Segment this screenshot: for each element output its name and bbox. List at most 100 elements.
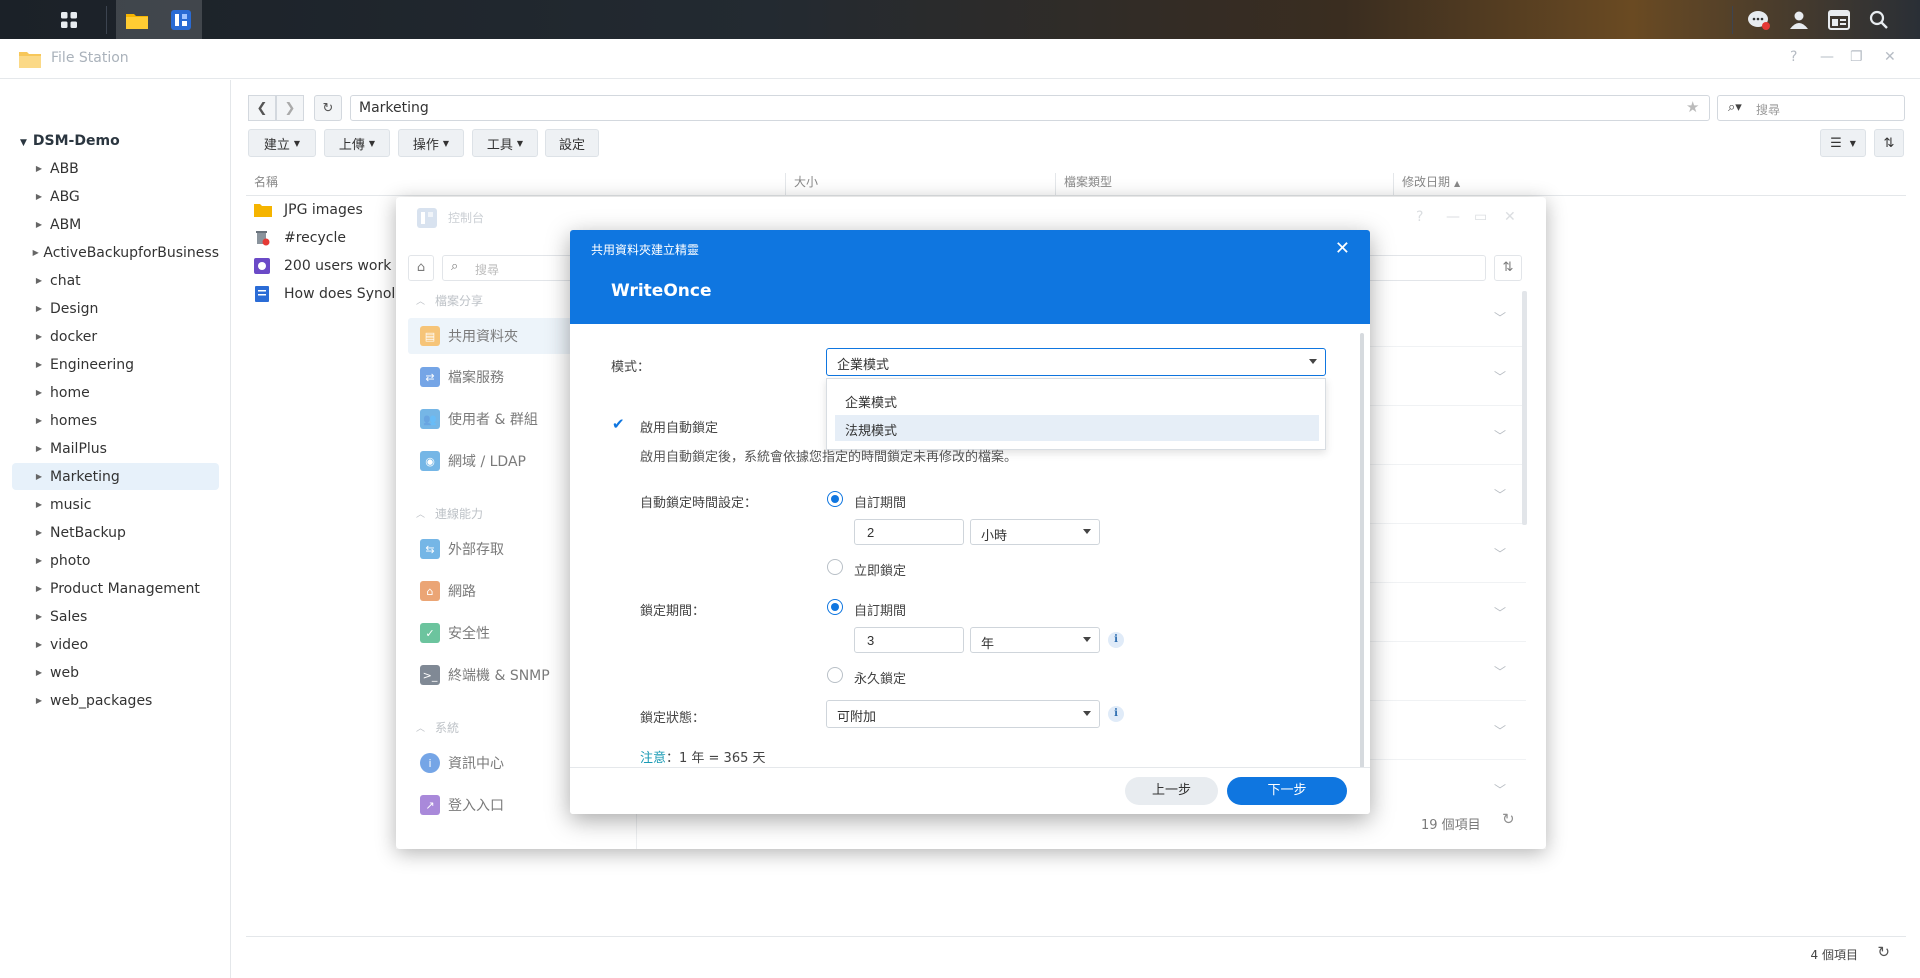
chevron-down-icon: ﹀ bbox=[1493, 783, 1506, 797]
column-type[interactable]: 檔案類型 bbox=[1056, 173, 1394, 195]
section-label: 系統 bbox=[435, 721, 460, 735]
settings-button[interactable]: 設定 bbox=[545, 129, 599, 157]
help-icon[interactable]: ? bbox=[1790, 49, 1797, 65]
action-label: 操作 bbox=[412, 137, 439, 153]
file-station-icon[interactable] bbox=[122, 0, 152, 39]
maximize-icon[interactable]: ▭ bbox=[1474, 209, 1487, 225]
star-icon[interactable]: ★ bbox=[1686, 98, 1699, 116]
column-size[interactable]: 大小 bbox=[786, 173, 1056, 195]
auto-lock-custom-radio[interactable] bbox=[827, 491, 843, 507]
note-text: ：1 年 = 365 天 bbox=[666, 751, 766, 766]
mode-option[interactable]: 法規模式 bbox=[835, 415, 1319, 441]
refresh-button[interactable]: ↻ bbox=[314, 95, 342, 121]
sort-button[interactable]: ⇅ bbox=[1494, 255, 1522, 281]
tree-item-product-management[interactable]: ▶ Product Management bbox=[12, 575, 219, 602]
user-icon[interactable] bbox=[1784, 0, 1814, 39]
help-icon[interactable]: ? bbox=[1416, 209, 1423, 225]
minimize-icon[interactable]: — bbox=[1820, 49, 1834, 65]
tree-item-music[interactable]: ▶ music bbox=[12, 491, 219, 518]
next-button[interactable]: 下一步 bbox=[1227, 777, 1347, 805]
forward-button[interactable]: ❯ bbox=[276, 95, 304, 121]
info-icon[interactable]: i bbox=[1108, 706, 1124, 722]
tree-item-docker[interactable]: ▶ docker bbox=[12, 323, 219, 350]
cp-scrollbar[interactable] bbox=[1522, 291, 1527, 525]
home-button[interactable]: ⌂ bbox=[408, 255, 434, 281]
create-label: 建立 bbox=[263, 137, 290, 153]
retention-custom-radio[interactable] bbox=[827, 599, 843, 615]
tree-item-abb[interactable]: ▶ ABB bbox=[12, 155, 219, 182]
auto-lock-checkbox-label[interactable]: 啟用自動鎖定 bbox=[640, 417, 718, 436]
tree-item-design[interactable]: ▶ Design bbox=[12, 295, 219, 322]
previous-button[interactable]: 上一步 bbox=[1125, 777, 1218, 805]
lock-now-radio[interactable] bbox=[827, 559, 843, 575]
close-icon[interactable]: ✕ bbox=[1504, 209, 1516, 225]
checkmark-icon[interactable]: ✔ bbox=[612, 416, 628, 432]
upload-button[interactable]: 上傳 ▼ bbox=[324, 129, 390, 157]
restore-icon[interactable]: ❐ bbox=[1850, 49, 1863, 65]
tree-item-photo[interactable]: ▶ photo bbox=[12, 547, 219, 574]
chevron-up-icon: ︿ bbox=[416, 510, 426, 520]
wizard-scrollbar[interactable] bbox=[1360, 333, 1364, 811]
auto-lock-value-input[interactable] bbox=[854, 519, 964, 545]
caret-right-icon: ▶ bbox=[35, 388, 43, 397]
column-modified[interactable]: 修改日期 ▲ bbox=[1394, 173, 1894, 195]
mode-select[interactable]: 企業模式 bbox=[826, 348, 1326, 376]
section-label: 連線能力 bbox=[435, 507, 484, 521]
tree-item-sales[interactable]: ▶ Sales bbox=[12, 603, 219, 630]
section-system[interactable]: ︿ 系統 bbox=[416, 719, 459, 736]
section-file-sharing[interactable]: ︿ 檔案分享 bbox=[416, 292, 483, 309]
retention-forever-radio[interactable] bbox=[827, 667, 843, 683]
list-view-icon: ☰ bbox=[1830, 135, 1842, 151]
action-button[interactable]: 操作 ▼ bbox=[398, 129, 464, 157]
cp-item-label: 外部存取 bbox=[448, 542, 504, 558]
info-icon[interactable]: i bbox=[1108, 632, 1124, 648]
auto-lock-unit-select[interactable]: 小時 bbox=[970, 519, 1100, 545]
tree-item-label: Sales bbox=[50, 608, 88, 625]
path-bar[interactable]: Marketing bbox=[350, 95, 1710, 121]
item-count: 4 個項目 bbox=[1810, 948, 1858, 962]
widgets-icon[interactable] bbox=[1824, 0, 1854, 39]
caret-right-icon: ▶ bbox=[35, 276, 43, 285]
tree-item-homes[interactable]: ▶ homes bbox=[12, 407, 219, 434]
tree-item-abm[interactable]: ▶ ABM bbox=[12, 211, 219, 238]
file-search-input[interactable]: ⌕▾ 搜尋 bbox=[1717, 95, 1905, 121]
tree-item-home[interactable]: ▶ home bbox=[12, 379, 219, 406]
minimize-icon[interactable]: — bbox=[1446, 209, 1460, 225]
shield-icon: ✓ bbox=[420, 623, 440, 643]
back-button[interactable]: ❮ bbox=[248, 95, 276, 121]
section-connectivity[interactable]: ︿ 連線能力 bbox=[416, 505, 483, 522]
tree-item-web-packages[interactable]: ▶ web_packages bbox=[12, 687, 219, 714]
create-button[interactable]: 建立 ▼ bbox=[248, 129, 316, 157]
mode-option[interactable]: 企業模式 bbox=[835, 387, 1319, 413]
tree-root[interactable]: ▼ DSM-Demo bbox=[20, 133, 120, 149]
column-name[interactable]: 名稱 bbox=[246, 173, 786, 195]
tools-button[interactable]: 工具 ▼ bbox=[472, 129, 538, 157]
tree-item-chat[interactable]: ▶ chat bbox=[12, 267, 219, 294]
refresh-icon[interactable]: ↻ bbox=[1877, 943, 1890, 961]
tree-item-marketing[interactable]: ▶ Marketing bbox=[12, 463, 219, 490]
lock-state-select[interactable]: 可附加 bbox=[826, 700, 1100, 728]
chevron-right-icon: ❯ bbox=[284, 100, 296, 116]
notification-icon[interactable] bbox=[1744, 0, 1774, 39]
view-mode-button[interactable]: ☰ ▼ bbox=[1820, 129, 1866, 157]
caret-right-icon: ▶ bbox=[35, 360, 43, 369]
tree-item-label: docker bbox=[50, 328, 98, 345]
retention-unit-select[interactable]: 年 bbox=[970, 627, 1100, 653]
tree-item-activebackup[interactable]: ▶ ActiveBackupforBusiness bbox=[12, 239, 219, 266]
tree-item-abg[interactable]: ▶ ABG bbox=[12, 183, 219, 210]
close-icon[interactable]: ✕ bbox=[1335, 238, 1350, 259]
tree-item-web[interactable]: ▶ web bbox=[12, 659, 219, 686]
tree-item-label: web bbox=[50, 664, 79, 681]
tree-item-video[interactable]: ▶ video bbox=[12, 631, 219, 658]
close-icon[interactable]: ✕ bbox=[1884, 49, 1896, 65]
control-panel-icon[interactable] bbox=[166, 0, 196, 39]
sort-button[interactable]: ⇅ bbox=[1874, 129, 1904, 157]
tree-item-engineering[interactable]: ▶ Engineering bbox=[12, 351, 219, 378]
apps-grid-icon[interactable] bbox=[52, 0, 86, 39]
tree-item-netbackup[interactable]: ▶ NetBackup bbox=[12, 519, 219, 546]
refresh-icon[interactable]: ↻ bbox=[1502, 810, 1515, 828]
tree-item-mailplus[interactable]: ▶ MailPlus bbox=[12, 435, 219, 462]
search-placeholder: 搜尋 bbox=[475, 263, 500, 277]
retention-value-input[interactable] bbox=[854, 627, 964, 653]
search-icon[interactable] bbox=[1864, 0, 1894, 39]
